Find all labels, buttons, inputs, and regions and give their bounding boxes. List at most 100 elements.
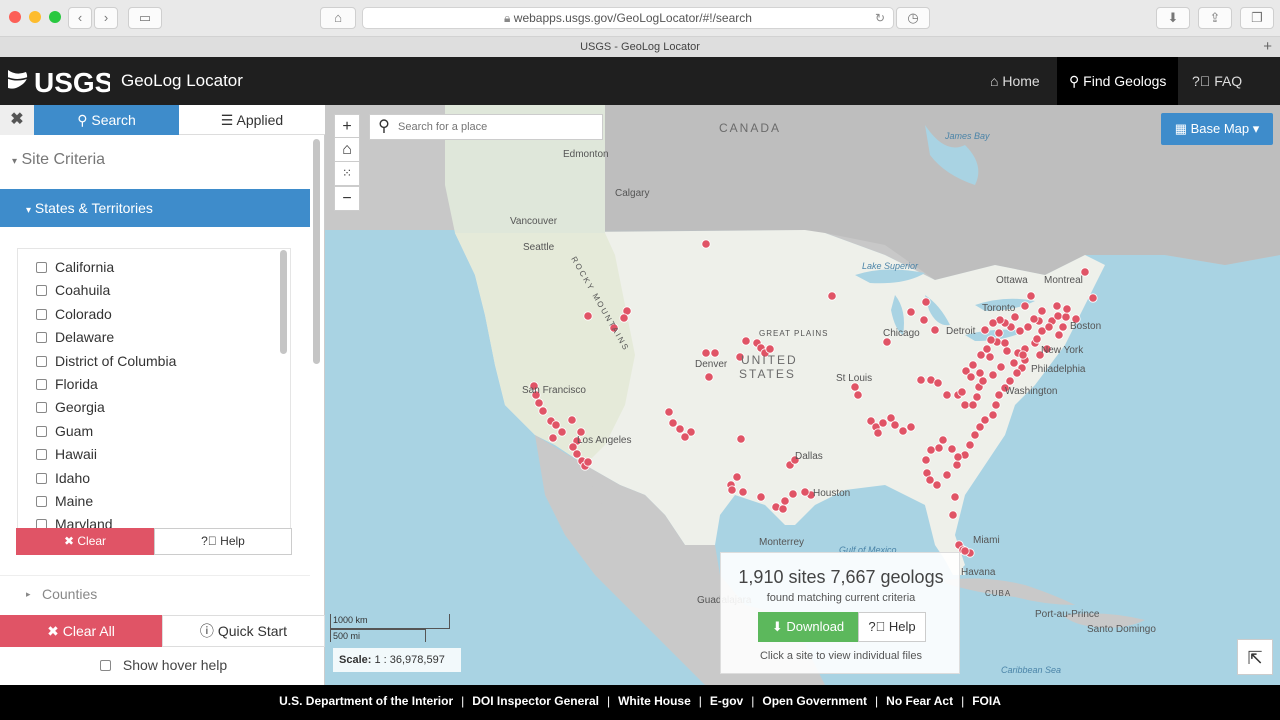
checkbox[interactable] bbox=[36, 449, 47, 461]
site-marker[interactable] bbox=[873, 428, 883, 438]
download-button[interactable]: ⬇ Download bbox=[758, 612, 858, 642]
site-marker[interactable] bbox=[778, 504, 788, 514]
minimize-window-button[interactable] bbox=[29, 11, 41, 23]
site-marker[interactable] bbox=[664, 407, 674, 417]
site-marker[interactable] bbox=[1044, 322, 1054, 332]
site-marker[interactable] bbox=[976, 350, 986, 360]
site-marker[interactable] bbox=[827, 291, 837, 301]
site-marker[interactable] bbox=[701, 348, 711, 358]
checkbox[interactable] bbox=[36, 496, 47, 507]
expand-arrow-icon[interactable]: ⇱ bbox=[1237, 639, 1273, 675]
site-marker[interactable] bbox=[853, 390, 863, 400]
site-marker[interactable] bbox=[1018, 350, 1028, 360]
site-marker[interactable] bbox=[710, 348, 720, 358]
state-option[interactable]: Hawaii bbox=[36, 444, 97, 464]
usgs-logo[interactable]: USGS bbox=[6, 66, 110, 96]
sidebar-toggle-icon[interactable]: ▭ bbox=[128, 7, 162, 29]
checkbox[interactable] bbox=[36, 472, 47, 484]
site-marker[interactable] bbox=[1053, 311, 1063, 321]
site-marker[interactable] bbox=[906, 307, 916, 317]
site-marker[interactable] bbox=[968, 360, 978, 370]
site-marker[interactable] bbox=[765, 344, 775, 354]
clear-all-button[interactable]: ✖ Clear All bbox=[0, 615, 162, 647]
sidebar-scrollbar[interactable] bbox=[313, 139, 320, 364]
checkbox[interactable] bbox=[36, 425, 47, 437]
site-marker[interactable] bbox=[994, 390, 1004, 400]
site-marker[interactable] bbox=[741, 336, 751, 346]
downloads-icon[interactable]: ⬇ bbox=[1156, 7, 1190, 29]
nav-find-geologs[interactable]: ⚲ Find Geologs bbox=[1057, 57, 1179, 105]
site-marker[interactable] bbox=[950, 492, 960, 502]
footer-link[interactable]: U.S. Department of the Interior bbox=[279, 694, 453, 708]
footer-link[interactable]: Open Government bbox=[762, 694, 867, 708]
base-map-button[interactable]: ▦ Base Map ▾ bbox=[1161, 113, 1273, 145]
site-marker[interactable] bbox=[1023, 322, 1033, 332]
browser-tab[interactable]: USGS - GeoLog Locator + bbox=[0, 36, 1280, 57]
nav-faq[interactable]: ?⃝ FAQ bbox=[1180, 57, 1254, 105]
site-marker[interactable] bbox=[948, 510, 958, 520]
site-marker[interactable] bbox=[1052, 301, 1062, 311]
site-marker[interactable] bbox=[921, 297, 931, 307]
site-marker[interactable] bbox=[780, 496, 790, 506]
site-criteria-toggle[interactable]: ▾ Site Criteria bbox=[12, 151, 105, 169]
show-hover-help-checkbox[interactable]: Show hover help bbox=[100, 657, 227, 673]
site-marker[interactable] bbox=[988, 410, 998, 420]
site-marker[interactable] bbox=[738, 487, 748, 497]
state-option[interactable]: Idaho bbox=[36, 468, 90, 488]
locate-icon[interactable]: ⁙ bbox=[334, 161, 360, 186]
site-marker[interactable] bbox=[921, 455, 931, 465]
site-marker[interactable] bbox=[756, 492, 766, 502]
search-icon[interactable]: ⚲ bbox=[370, 115, 398, 139]
site-marker[interactable] bbox=[898, 426, 908, 436]
site-marker[interactable] bbox=[1029, 314, 1039, 324]
site-marker[interactable] bbox=[1088, 293, 1098, 303]
site-marker[interactable] bbox=[953, 452, 963, 462]
tab-search[interactable]: ⚲ Search bbox=[34, 105, 179, 135]
site-marker[interactable] bbox=[1012, 368, 1022, 378]
back-button[interactable]: ‹ bbox=[68, 7, 92, 29]
home-extent-icon[interactable]: ⌂ bbox=[334, 137, 360, 162]
quick-start-button[interactable]: ⓘ Quick Start bbox=[162, 615, 325, 647]
site-marker[interactable] bbox=[619, 313, 629, 323]
site-marker[interactable] bbox=[960, 400, 970, 410]
checkbox[interactable] bbox=[36, 332, 47, 344]
zoom-in-button[interactable]: + bbox=[334, 114, 360, 139]
site-marker[interactable] bbox=[952, 460, 962, 470]
site-marker[interactable] bbox=[1058, 322, 1068, 332]
site-marker[interactable] bbox=[975, 368, 985, 378]
checkbox[interactable] bbox=[36, 308, 47, 320]
nav-home[interactable]: ⌂ Home bbox=[978, 57, 1052, 105]
site-marker[interactable] bbox=[567, 415, 577, 425]
site-marker[interactable] bbox=[736, 434, 746, 444]
site-marker[interactable] bbox=[890, 420, 900, 430]
state-list-scrollbar[interactable] bbox=[280, 250, 287, 354]
site-marker[interactable] bbox=[701, 239, 711, 249]
site-marker[interactable] bbox=[933, 378, 943, 388]
footer-link[interactable]: White House bbox=[618, 694, 691, 708]
site-marker[interactable] bbox=[919, 315, 929, 325]
checkbox[interactable] bbox=[36, 355, 47, 367]
site-marker[interactable] bbox=[960, 546, 970, 556]
maximize-window-button[interactable] bbox=[49, 11, 61, 23]
state-option[interactable]: District of Columbia bbox=[36, 351, 176, 371]
site-marker[interactable] bbox=[986, 335, 996, 345]
checkbox[interactable] bbox=[36, 285, 47, 297]
site-marker[interactable] bbox=[991, 400, 1001, 410]
new-tab-icon[interactable]: + bbox=[1263, 37, 1272, 57]
site-marker[interactable] bbox=[926, 445, 936, 455]
site-marker[interactable] bbox=[965, 440, 975, 450]
checkbox[interactable] bbox=[36, 402, 47, 414]
site-marker[interactable] bbox=[800, 487, 810, 497]
site-marker[interactable] bbox=[996, 362, 1006, 372]
site-marker[interactable] bbox=[930, 325, 940, 335]
map-place-search[interactable]: ⚲ bbox=[369, 114, 603, 140]
site-marker[interactable] bbox=[925, 475, 935, 485]
site-marker[interactable] bbox=[675, 424, 685, 434]
site-marker[interactable] bbox=[850, 382, 860, 392]
site-marker[interactable] bbox=[966, 372, 976, 382]
clear-states-button[interactable]: ✖ Clear bbox=[16, 528, 154, 555]
zoom-out-button[interactable]: − bbox=[334, 186, 360, 211]
site-marker[interactable] bbox=[985, 352, 995, 362]
site-marker[interactable] bbox=[947, 444, 957, 454]
checkbox[interactable] bbox=[36, 262, 47, 273]
